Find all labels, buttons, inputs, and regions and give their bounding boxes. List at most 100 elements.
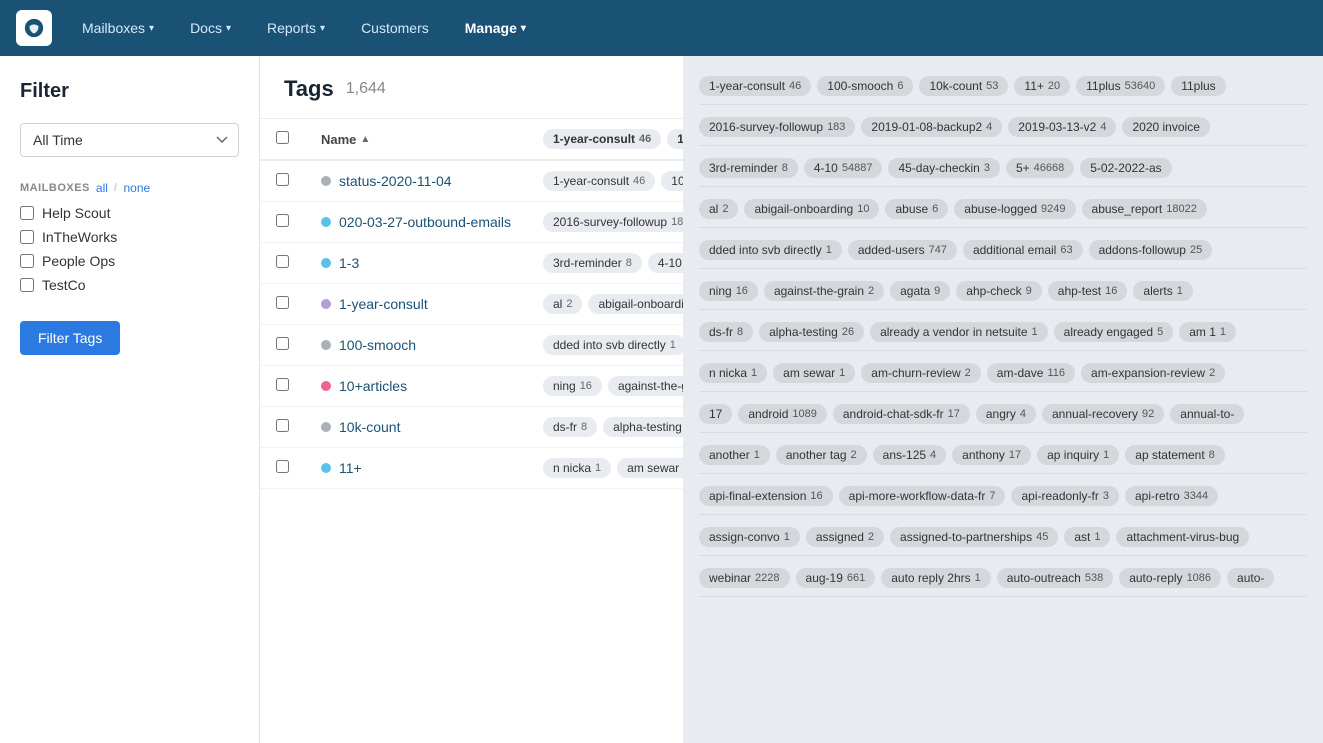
detail-chip[interactable]: 11plus	[1171, 76, 1225, 96]
detail-chip[interactable]: assigned2	[806, 527, 884, 547]
detail-chip[interactable]: ning16	[699, 281, 758, 301]
row-checkbox[interactable]	[276, 337, 289, 350]
detail-chip[interactable]: api-more-workflow-data-fr7	[839, 486, 1006, 506]
tag-name-text[interactable]: 100-smooch	[339, 337, 416, 353]
mailboxes-none-link[interactable]: none	[123, 181, 150, 195]
detail-chip[interactable]: 11plus53640	[1076, 76, 1165, 96]
row-chip[interactable]: ning16	[543, 376, 602, 396]
tag-name-text[interactable]: 11+	[339, 460, 362, 476]
detail-chip[interactable]: auto-reply1086	[1119, 568, 1221, 588]
detail-chip[interactable]: api-readonly-fr3	[1011, 486, 1119, 506]
detail-chip[interactable]: 17	[699, 404, 732, 424]
detail-chip[interactable]: android1089	[738, 404, 827, 424]
detail-chip[interactable]: assigned-to-partnerships45	[890, 527, 1058, 547]
detail-chip[interactable]: am-expansion-review2	[1081, 363, 1225, 383]
checkbox-input-intheworks[interactable]	[20, 230, 34, 244]
detail-chip[interactable]: alerts1	[1133, 281, 1192, 301]
detail-chip[interactable]: 1-year-consult46	[699, 76, 811, 96]
detail-chip[interactable]: am sewar1	[773, 363, 855, 383]
row-checkbox[interactable]	[276, 255, 289, 268]
cloud-chip[interactable]: 100-smooch 6	[667, 129, 683, 149]
detail-chip[interactable]: am 11	[1179, 322, 1236, 342]
row-chip[interactable]: ds-fr8	[543, 417, 597, 437]
detail-chip[interactable]: abigail-onboarding10	[744, 199, 879, 219]
detail-chip[interactable]: 3rd-reminder8	[699, 158, 798, 178]
detail-chip[interactable]: 2019-03-13-v24	[1008, 117, 1116, 137]
detail-chip[interactable]: annual-to-	[1170, 404, 1244, 424]
nav-manage[interactable]: Manage ▾	[451, 12, 540, 44]
checkbox-input-peopleops[interactable]	[20, 254, 34, 268]
detail-chip[interactable]: anthony17	[952, 445, 1031, 465]
row-checkbox[interactable]	[276, 214, 289, 227]
row-chip[interactable]: 1-year-consult46	[543, 171, 655, 191]
tag-name-text[interactable]: 1-3	[339, 255, 359, 271]
detail-chip[interactable]: already engaged5	[1054, 322, 1174, 342]
detail-chip[interactable]: 5+46668	[1006, 158, 1074, 178]
row-checkbox[interactable]	[276, 173, 289, 186]
detail-chip[interactable]: another1	[699, 445, 770, 465]
checkbox-helpscout[interactable]: Help Scout	[20, 205, 239, 221]
row-chip[interactable]: 4-1054887	[648, 253, 683, 273]
detail-chip[interactable]: abuse6	[885, 199, 948, 219]
detail-chip[interactable]: ap inquiry1	[1037, 445, 1119, 465]
detail-chip[interactable]: another tag2	[776, 445, 867, 465]
time-filter-select[interactable]: All Time Last 7 Days Last 30 Days Last 9…	[20, 123, 239, 157]
detail-chip[interactable]: auto-outreach538	[997, 568, 1113, 588]
tag-name-text[interactable]: status-2020-11-04	[339, 173, 452, 189]
detail-chip[interactable]: am-churn-review2	[861, 363, 980, 383]
row-chip[interactable]: al2	[543, 294, 582, 314]
detail-chip[interactable]: aug-19661	[796, 568, 876, 588]
detail-chip[interactable]: added-users747	[848, 240, 957, 260]
checkbox-input-testco[interactable]	[20, 278, 34, 292]
detail-chip[interactable]: alpha-testing26	[759, 322, 864, 342]
detail-chip[interactable]: abuse_report18022	[1082, 199, 1207, 219]
detail-chip[interactable]: already a vendor in netsuite1	[870, 322, 1048, 342]
checkbox-intheworks[interactable]: InTheWorks	[20, 229, 239, 245]
checkbox-peopleops[interactable]: People Ops	[20, 253, 239, 269]
logo[interactable]	[16, 10, 52, 46]
nav-reports[interactable]: Reports ▾	[253, 12, 339, 44]
detail-chip[interactable]: addons-followup25	[1089, 240, 1213, 260]
row-chip[interactable]: dded into svb directly1	[543, 335, 683, 355]
row-checkbox[interactable]	[276, 419, 289, 432]
nav-mailboxes[interactable]: Mailboxes ▾	[68, 12, 168, 44]
detail-chip[interactable]: attachment-virus-bug	[1116, 527, 1249, 547]
detail-chip[interactable]: 45-day-checkin3	[888, 158, 1000, 178]
detail-chip[interactable]: 2020 invoice	[1122, 117, 1209, 137]
tag-name-text[interactable]: 1-year-consult	[339, 296, 428, 312]
cloud-chip[interactable]: 1-year-consult 46	[543, 129, 661, 149]
row-chip[interactable]: against-the-grain2	[608, 376, 683, 396]
detail-chip[interactable]: additional email63	[963, 240, 1083, 260]
detail-chip[interactable]: ahp-check9	[956, 281, 1042, 301]
select-all-checkbox[interactable]	[276, 131, 289, 144]
detail-chip[interactable]: annual-recovery92	[1042, 404, 1164, 424]
detail-chip[interactable]: 11+20	[1014, 76, 1070, 96]
detail-chip[interactable]: android-chat-sdk-fr17	[833, 404, 970, 424]
row-chip[interactable]: am sewar1	[617, 458, 683, 478]
row-checkbox[interactable]	[276, 378, 289, 391]
row-chip[interactable]: abigail-onboarding10	[588, 294, 683, 314]
detail-chip[interactable]: agata9	[890, 281, 950, 301]
tag-name-text[interactable]: 020-03-27-outbound-emails	[339, 214, 511, 230]
tag-name-text[interactable]: 10+articles	[339, 378, 407, 394]
detail-chip[interactable]: 5-02-2022-as	[1080, 158, 1171, 178]
detail-chip[interactable]: auto reply 2hrs1	[881, 568, 991, 588]
nav-customers[interactable]: Customers	[347, 12, 443, 44]
row-chip[interactable]: 100-smooch6	[661, 171, 683, 191]
detail-chip[interactable]: 10k-count53	[919, 76, 1008, 96]
detail-chip[interactable]: assign-convo1	[699, 527, 800, 547]
detail-chip[interactable]: webinar2228	[699, 568, 790, 588]
row-checkbox[interactable]	[276, 460, 289, 473]
detail-chip[interactable]: 100-smooch6	[817, 76, 913, 96]
row-chip[interactable]: 3rd-reminder8	[543, 253, 642, 273]
row-chip[interactable]: 2016-survey-followup183	[543, 212, 683, 232]
detail-chip[interactable]: al2	[699, 199, 738, 219]
name-column-header[interactable]: Name ▲	[305, 119, 527, 160]
row-checkbox[interactable]	[276, 296, 289, 309]
detail-chip[interactable]: abuse-logged9249	[954, 199, 1075, 219]
detail-chip[interactable]: ahp-test16	[1048, 281, 1128, 301]
detail-chip[interactable]: n nicka1	[699, 363, 767, 383]
detail-chip[interactable]: am-dave116	[987, 363, 1075, 383]
detail-chip[interactable]: 2019-01-08-backup24	[861, 117, 1002, 137]
row-chip[interactable]: alpha-testing26	[603, 417, 683, 437]
